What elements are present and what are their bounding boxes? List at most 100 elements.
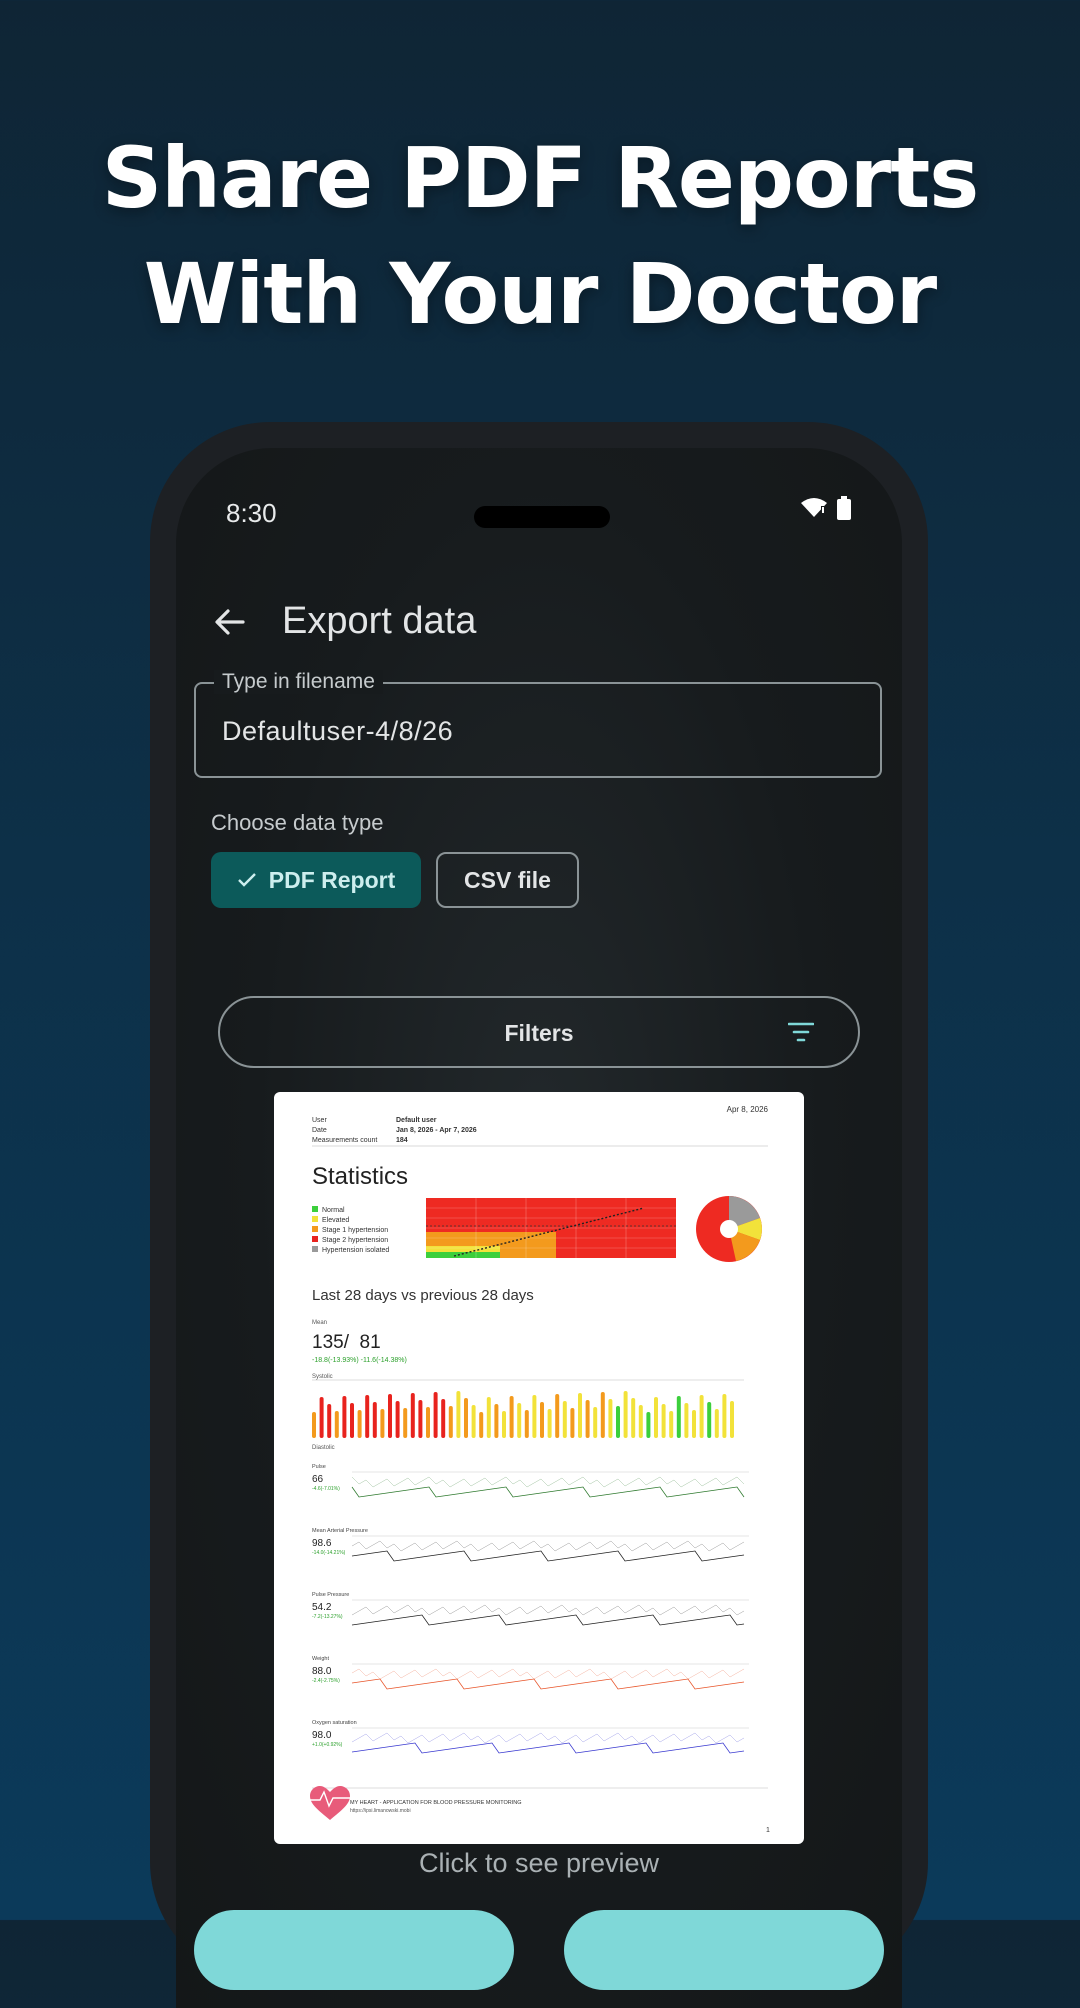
report-date: Apr 8, 2026: [727, 1105, 769, 1114]
metric-name: Oxygen saturation: [312, 1720, 357, 1726]
bp-bar: [327, 1404, 332, 1438]
bp-bar: [334, 1411, 339, 1438]
bp-bar: [524, 1410, 529, 1438]
filters-button[interactable]: Filters: [218, 996, 860, 1068]
classification-chart: [426, 1198, 676, 1258]
bp-bar: [646, 1412, 651, 1438]
bp-bar: [699, 1395, 704, 1438]
csv-file-chip[interactable]: CSV file: [436, 852, 579, 908]
bottom-action-button-left[interactable]: [194, 1910, 514, 1990]
metric-line: [351, 1742, 745, 1754]
metric-value: 98.6: [312, 1538, 332, 1549]
bp-bar: [502, 1411, 506, 1438]
bp-bar: [600, 1392, 605, 1438]
status-time: 8:30: [226, 498, 277, 528]
bp-bar: [494, 1404, 499, 1438]
headline-line-1: Share PDF Reports: [101, 129, 980, 227]
legend-normal: Normal: [322, 1207, 345, 1214]
bp-bar: [532, 1395, 537, 1438]
bp-bar: [410, 1393, 415, 1438]
metric-change: +1.0(+0.92%): [312, 1742, 343, 1748]
metric-line: [351, 1604, 745, 1616]
bp-bar: [562, 1401, 567, 1438]
bp-bar: [464, 1398, 468, 1438]
metric-change: -14.0(-14.21%): [312, 1550, 346, 1556]
bp-bar: [547, 1409, 552, 1438]
bp-bar: [441, 1399, 446, 1438]
back-button[interactable]: [202, 596, 258, 652]
metric-line: [351, 1540, 745, 1552]
bp-bar: [388, 1394, 392, 1438]
metric-line: [351, 1550, 745, 1562]
metric-value: 54.2: [312, 1602, 332, 1613]
statistics-title: Statistics: [312, 1163, 408, 1190]
metric-charts: Pulse 66-4.6(-7.01%) Mean Arterial Pressur…: [312, 1464, 749, 1754]
page-number: 1: [766, 1827, 770, 1834]
bp-bar: [669, 1411, 674, 1438]
bottom-action-button-right[interactable]: [564, 1910, 884, 1990]
pdf-preview-canvas: Apr 8, 2026 User Date Measurements count…: [310, 1105, 770, 1834]
headline-line-2: With Your Doctor: [143, 245, 937, 343]
pdf-report-chip-label: PDF Report: [268, 866, 396, 893]
pdf-report-chip[interactable]: PDF Report: [211, 852, 421, 908]
bp-bar: [707, 1402, 712, 1438]
pdf-preview[interactable]: Apr 8, 2026 User Date Measurements count…: [274, 1092, 804, 1844]
bp-bar: [570, 1408, 575, 1438]
bp-bar: [578, 1393, 582, 1438]
bp-bar: [692, 1410, 696, 1438]
metric-line: [351, 1732, 745, 1744]
metric-change: -4.6(-7.01%): [312, 1486, 340, 1492]
metric-name: Weight: [312, 1656, 329, 1662]
bp-bars: [312, 1391, 734, 1438]
phone-frame: 8:30 Export data Type in filename Defaul…: [150, 422, 928, 2008]
bp-bar: [357, 1410, 362, 1438]
metric-line: [351, 1486, 745, 1498]
footer-url: https://ipsi.limanowski.mobi: [350, 1808, 411, 1814]
meta-value-user: Default user: [396, 1117, 437, 1124]
metric-line: [351, 1668, 745, 1680]
bp-bar: [365, 1395, 370, 1438]
status-icons: [800, 496, 852, 525]
preview-caption: Click to see preview: [418, 1848, 660, 1878]
meta-value-count: 184: [396, 1137, 408, 1144]
filter-icon: [787, 1022, 815, 1047]
mean-value: 135/ 81: [312, 1332, 381, 1353]
legend-stage1: Stage 1 hypertension: [322, 1227, 388, 1234]
bp-bar: [395, 1401, 400, 1438]
bp-bar: [372, 1402, 377, 1438]
csv-file-chip-label: CSV file: [464, 866, 551, 893]
bp-bar: [319, 1397, 324, 1438]
filename-field-label: Type in filename: [214, 670, 383, 694]
filename-field[interactable]: Type in filename Defaultuser-4/8/26: [194, 670, 882, 778]
metric-line: [351, 1678, 745, 1690]
metric-change: -2.4(-2.75%): [312, 1678, 340, 1684]
app-bar: Export data: [176, 588, 902, 658]
bp-bar: [517, 1403, 522, 1438]
bp-bar: [585, 1400, 590, 1438]
footer-app-name: MY HEART - APPLICATION FOR BLOOD PRESSUR…: [350, 1800, 522, 1806]
bp-bar: [593, 1407, 598, 1438]
heart-logo: [310, 1786, 350, 1820]
wifi-icon: [800, 497, 828, 524]
metric-change: -7.2(-13.27%): [312, 1614, 343, 1620]
diastolic-label: Diastolic: [312, 1445, 335, 1451]
bp-bar: [418, 1400, 423, 1438]
bp-bar: [730, 1401, 734, 1438]
legend: Normal Elevated Stage 1 hypertension Sta…: [312, 1206, 389, 1254]
metric-line: [351, 1476, 745, 1488]
bp-bar: [684, 1403, 689, 1438]
bp-bar: [403, 1408, 408, 1438]
meta-label-date: Date: [312, 1127, 327, 1134]
arrow-left-icon: [213, 605, 247, 644]
bp-bar: [456, 1391, 461, 1438]
filename-input[interactable]: Defaultuser-4/8/26: [222, 716, 453, 747]
bp-bar: [486, 1397, 491, 1438]
mean-change: -18.8(-13.93%) -11.6(-14.38%): [312, 1357, 407, 1364]
bp-bar: [479, 1412, 484, 1438]
bp-bar: [448, 1406, 453, 1438]
legend-elevated: Elevated: [322, 1217, 349, 1224]
mean-label: Mean: [312, 1320, 327, 1326]
bp-bar: [676, 1396, 681, 1438]
bp-bar: [350, 1403, 354, 1438]
bp-bar: [608, 1399, 613, 1438]
